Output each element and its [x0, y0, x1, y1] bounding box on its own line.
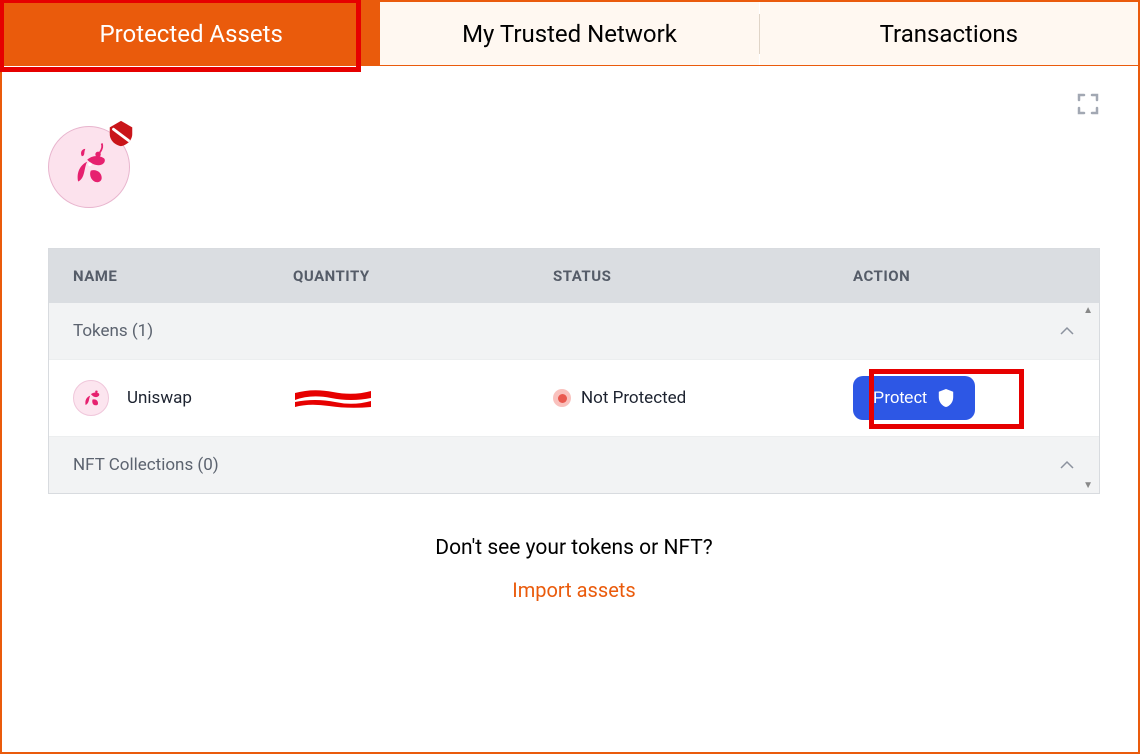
chevron-up-icon — [1059, 326, 1075, 336]
tab-label: Transactions — [880, 20, 1018, 48]
tab-label: My Trusted Network — [462, 20, 677, 48]
tab-transactions[interactable]: Transactions — [760, 2, 1138, 65]
row-name: Uniswap — [127, 388, 293, 408]
header-action: ACTION — [853, 267, 1075, 285]
group-label: NFT Collections (0) — [73, 455, 219, 475]
protect-button[interactable]: Protect — [853, 376, 975, 420]
footer-prompt: Don't see your tokens or NFT? — [48, 536, 1100, 560]
row-quantity — [293, 387, 553, 409]
asset-badge — [48, 126, 130, 208]
status-dot-icon — [553, 389, 571, 407]
tab-trusted-network[interactable]: My Trusted Network — [380, 2, 758, 65]
scroll-down-icon[interactable]: ▼ — [1083, 480, 1093, 491]
table-header: NAME QUANTITY STATUS ACTION — [49, 249, 1099, 303]
import-assets-link[interactable]: Import assets — [48, 578, 1100, 602]
group-nft[interactable]: NFT Collections (0) — [49, 437, 1099, 493]
chevron-up-icon — [1059, 460, 1075, 470]
app-frame: Protected Assets My Trusted Network Tran… — [0, 0, 1140, 754]
alert-icon — [106, 118, 136, 148]
table-row: Uniswap Not Protected — [49, 359, 1099, 437]
tab-protected-assets[interactable]: Protected Assets — [2, 2, 380, 65]
table-body: ▲ Tokens (1) — [49, 303, 1099, 493]
header-status: STATUS — [553, 267, 853, 285]
row-status: Not Protected — [553, 388, 853, 408]
tab-bar: Protected Assets My Trusted Network Tran… — [2, 2, 1138, 66]
row-action: Protect — [853, 376, 1075, 420]
header-quantity: QUANTITY — [293, 267, 553, 285]
button-label: Protect — [873, 388, 927, 408]
maximize-icon[interactable] — [1076, 92, 1100, 116]
uniswap-icon — [73, 380, 109, 416]
group-label: Tokens (1) — [73, 321, 153, 341]
group-tokens[interactable]: Tokens (1) — [49, 303, 1099, 359]
shield-icon — [937, 388, 955, 408]
tab-label: Protected Assets — [100, 20, 283, 48]
header-name: NAME — [73, 267, 293, 285]
scroll-up-icon[interactable]: ▲ — [1083, 305, 1093, 316]
assets-table: NAME QUANTITY STATUS ACTION ▲ Tokens (1) — [48, 248, 1100, 494]
redacted-quantity — [293, 387, 373, 409]
content-area: NAME QUANTITY STATUS ACTION ▲ Tokens (1) — [2, 66, 1138, 622]
status-label: Not Protected — [581, 388, 686, 408]
